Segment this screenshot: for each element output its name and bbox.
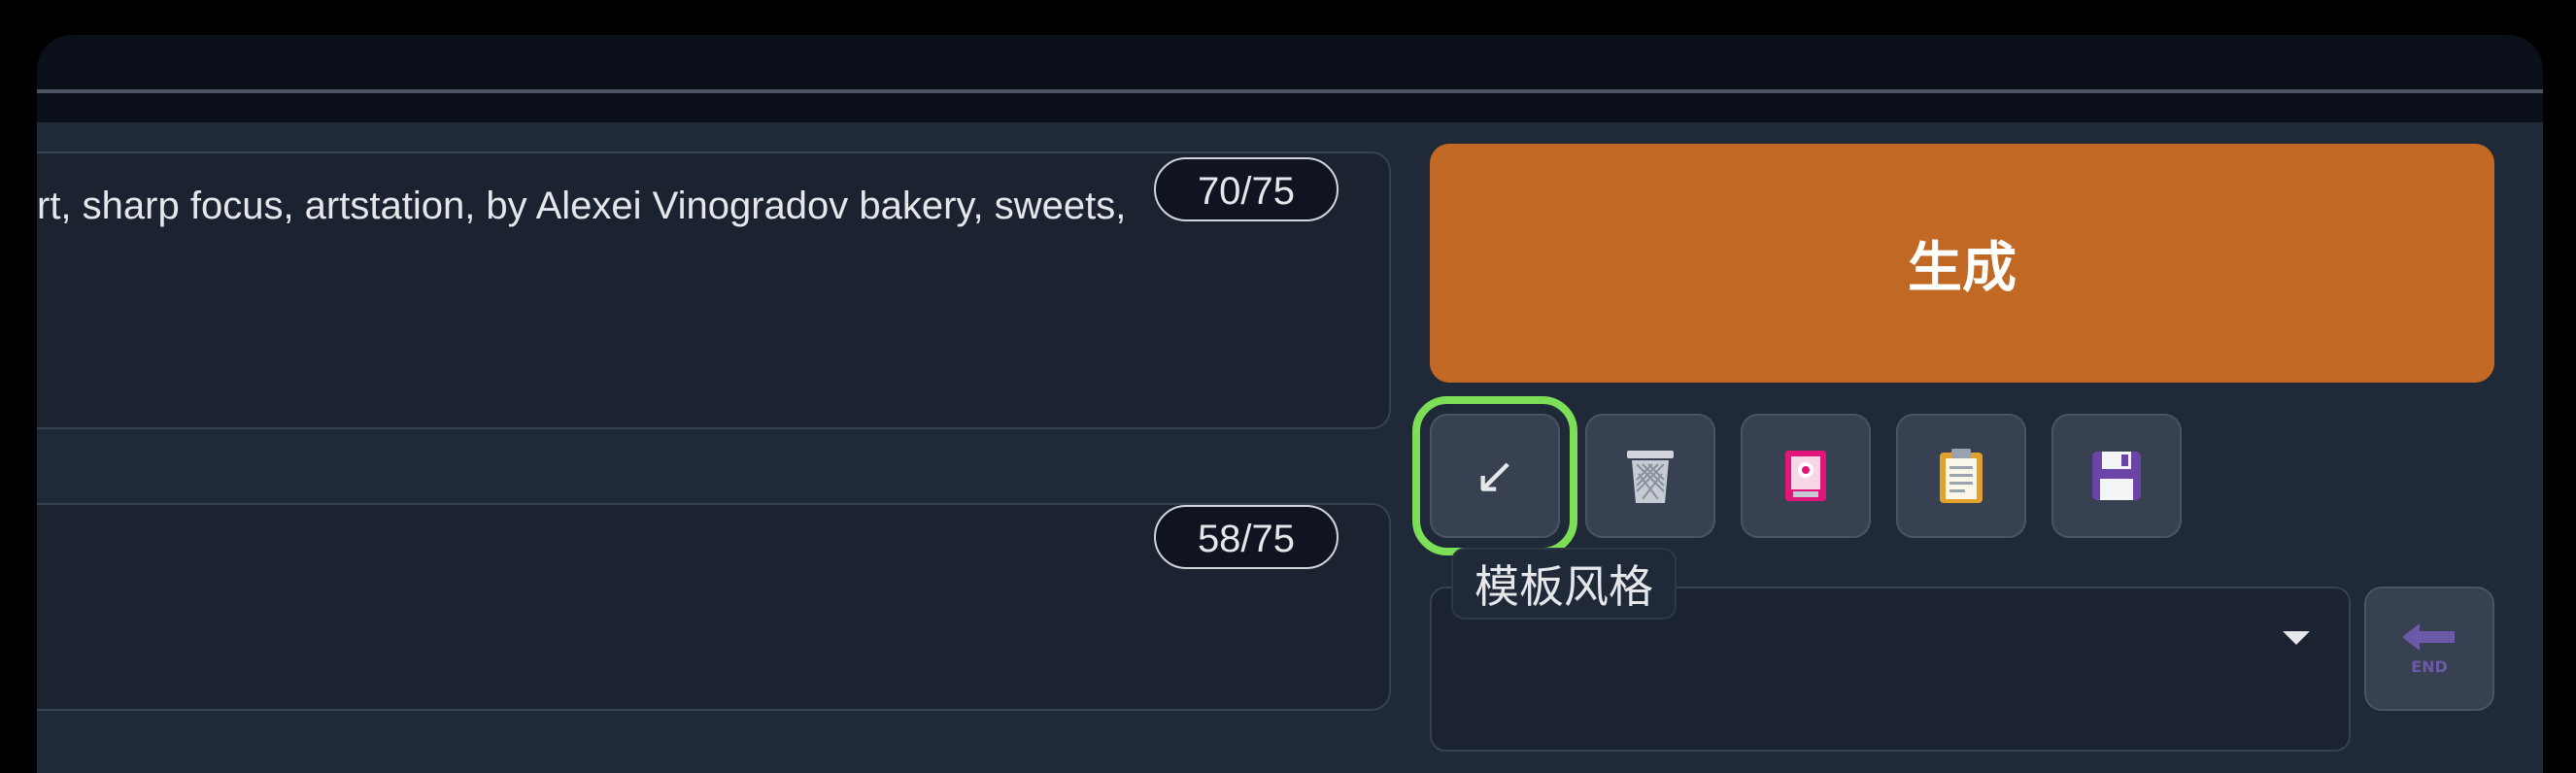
app-window: rt, sharp focus, artstation, by Alexei V… — [37, 35, 2543, 773]
extra-networks-button[interactable] — [1741, 414, 1871, 538]
clear-prompt-button[interactable] — [1585, 414, 1715, 538]
arrow-down-left-icon: ↙ — [1474, 447, 1516, 505]
prompt-token-counter: 70/75 — [1154, 157, 1339, 221]
tab-divider — [37, 89, 2543, 93]
negative-prompt-token-counter: 58/75 — [1154, 505, 1339, 569]
prompt-text: rt, sharp focus, artstation, by Alexei V… — [37, 185, 1127, 227]
prompt-panel: rt, sharp focus, artstation, by Alexei V… — [37, 122, 2543, 773]
apply-style-button[interactable] — [1896, 414, 2026, 538]
style-label: 模板风格 — [1451, 548, 1677, 620]
end-arrow-icon: END — [2402, 623, 2455, 676]
chevron-down-icon[interactable] — [2283, 631, 2310, 645]
read-params-button[interactable]: ↙ — [1412, 396, 1577, 555]
end-label: END — [2411, 657, 2448, 676]
save-style-button[interactable] — [2051, 414, 2182, 538]
clipboard-icon — [1940, 449, 1983, 503]
wastebasket-icon — [1627, 451, 1674, 503]
generate-button[interactable]: 生成 — [1430, 144, 2494, 383]
image-card-icon — [1785, 451, 1826, 501]
end-button[interactable]: END — [2364, 587, 2494, 711]
floppy-disk-icon — [2092, 452, 2141, 500]
